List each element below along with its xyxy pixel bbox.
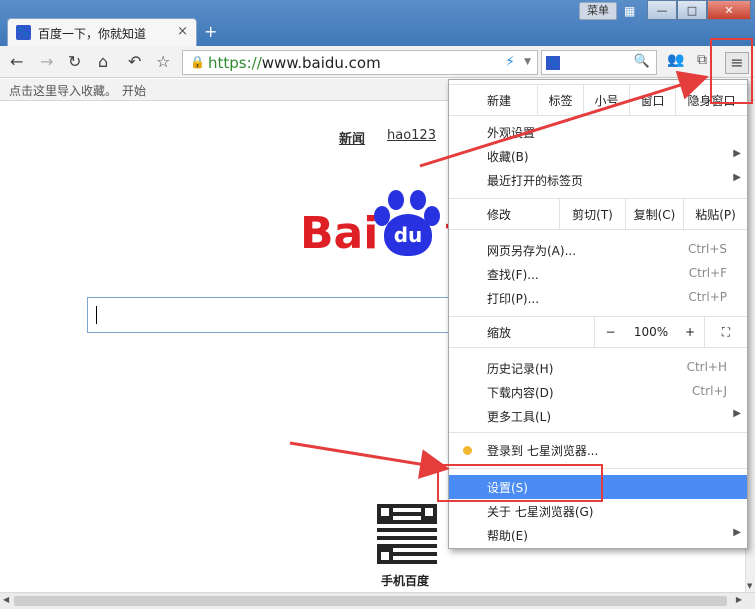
annotation-arrow-1 xyxy=(419,70,709,168)
annotation-arrow-2 xyxy=(289,441,450,479)
annotation-arrows xyxy=(289,70,709,479)
